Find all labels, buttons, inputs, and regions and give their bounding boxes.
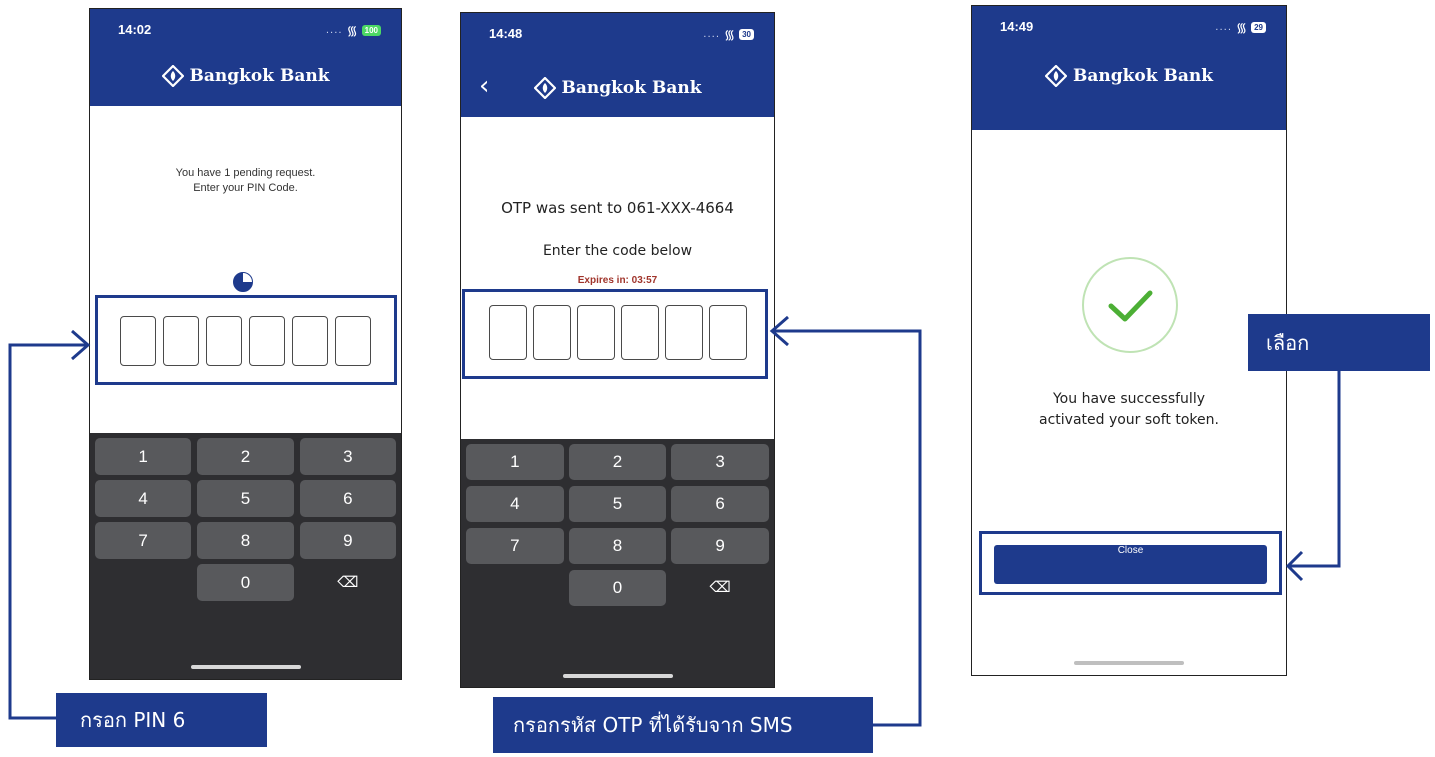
select-instruction-label: เลือก: [1248, 314, 1430, 371]
otp-instruction-label: กรอกรหัส OTP ที่ได้รับจาก SMS: [493, 697, 873, 753]
connector-arrows: [8, 315, 1341, 727]
pin-instruction-label: กรอก PIN 6: [56, 693, 267, 747]
